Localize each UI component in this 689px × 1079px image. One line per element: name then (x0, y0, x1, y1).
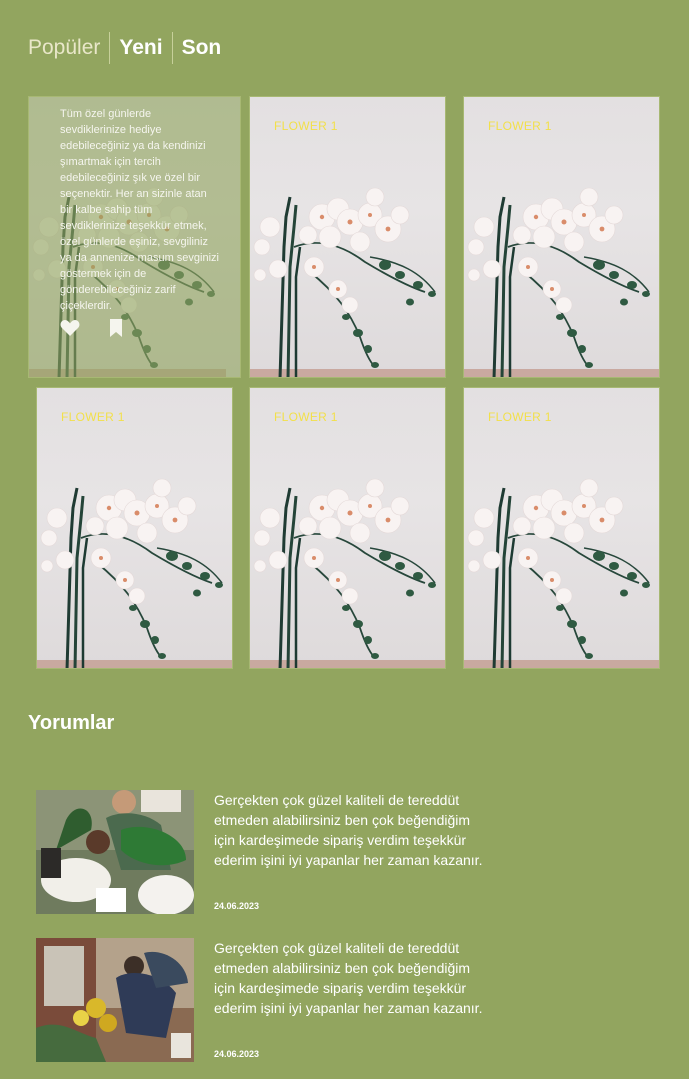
product-label: FLOWER 1 (488, 410, 552, 424)
tab-populer[interactable]: Popüler (28, 31, 109, 65)
review-photo (36, 938, 194, 1062)
product-card[interactable]: FLOWER 1 (36, 387, 233, 669)
product-label: FLOWER 1 (488, 119, 552, 133)
tab-yeni[interactable]: Yeni (110, 31, 171, 65)
product-photo (250, 186, 445, 377)
heart-icon[interactable] (60, 319, 80, 337)
category-tabs: Popüler Yeni Son (28, 31, 230, 65)
review-date: 24.06.2023 (214, 1049, 260, 1059)
review-date: 24.06.2023 (214, 901, 260, 911)
review-item: Gerçekten çok güzel kaliteli de tereddüt… (36, 938, 496, 1062)
reviews-title: Yorumlar (28, 712, 115, 734)
product-card[interactable]: FLOWER 1 (249, 96, 446, 378)
product-photo (37, 477, 232, 668)
review-photo (36, 790, 194, 914)
product-photo (464, 186, 659, 377)
product-photo (250, 477, 445, 668)
product-card[interactable]: FLOWER 1 (249, 387, 446, 669)
product-label: FLOWER 1 (61, 410, 125, 424)
review-text: Gerçekten çok güzel kaliteli de tereddüt… (214, 792, 483, 868)
review-text: Gerçekten çok güzel kaliteli de tereddüt… (214, 940, 483, 1016)
product-card[interactable]: FLOWER 1 (463, 96, 660, 378)
product-card[interactable]: FLOWER 1 (463, 387, 660, 669)
product-card-active[interactable]: Tüm özel günlerde sevdiklerinize hediye … (28, 96, 241, 378)
tab-son[interactable]: Son (173, 31, 231, 65)
product-description: Tüm özel günlerde sevdiklerinize hediye … (60, 108, 219, 312)
product-label: FLOWER 1 (274, 410, 338, 424)
bookmark-icon[interactable] (106, 319, 126, 337)
product-label: FLOWER 1 (274, 119, 338, 133)
product-photo (464, 477, 659, 668)
review-item: Gerçekten çok güzel kaliteli de tereddüt… (36, 790, 496, 914)
card-actions (60, 319, 126, 337)
